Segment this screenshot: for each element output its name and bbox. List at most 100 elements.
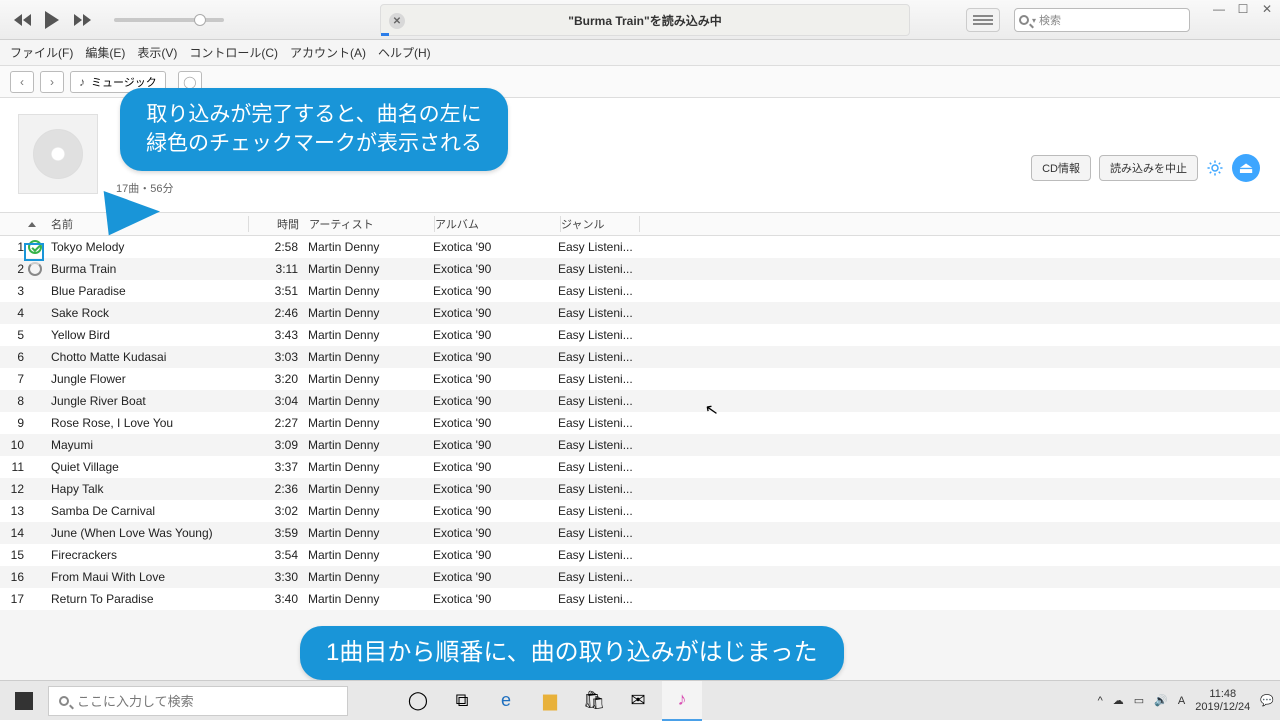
play-button[interactable] <box>40 8 64 32</box>
list-view-button[interactable] <box>966 8 1000 32</box>
disc-icon <box>33 129 83 179</box>
header-artist[interactable]: アーティスト <box>309 216 434 232</box>
search-input[interactable]: ▾ 検索 <box>1014 8 1190 32</box>
track-genre: Easy Listeni... <box>558 592 636 606</box>
forward-nav-button[interactable]: › <box>40 71 64 93</box>
cd-info-button[interactable]: CD情報 <box>1031 155 1091 181</box>
track-album: Exotica '90 <box>433 372 558 386</box>
table-row[interactable]: 13Samba De Carnival3:02Martin DennyExoti… <box>0 500 1280 522</box>
track-name: From Maui With Love <box>48 570 248 584</box>
menu-item[interactable]: ファイル(F) <box>10 44 73 61</box>
itunes-taskbar-icon[interactable]: ♪ <box>662 681 702 721</box>
track-time: 3:51 <box>248 284 308 298</box>
maximize-button[interactable]: ☐ <box>1234 2 1252 16</box>
track-name: Chotto Matte Kudasai <box>48 350 248 364</box>
menu-item[interactable]: 編集(E) <box>85 44 125 61</box>
windows-taskbar: ここに入力して検索 ◯ ⧉ e ▆ 🛍 ✉ ♪ ^ ☁ ▭ 🔊 A 11:482… <box>0 680 1280 720</box>
track-number: 2 <box>0 262 28 276</box>
cortana-icon[interactable]: ◯ <box>398 681 438 721</box>
sort-asc-icon[interactable] <box>28 222 36 227</box>
header-album[interactable]: アルバム <box>435 216 560 232</box>
table-row[interactable]: 6Chotto Matte Kudasai3:03Martin DennyExo… <box>0 346 1280 368</box>
table-row[interactable]: 17Return To Paradise3:40Martin DennyExot… <box>0 588 1280 610</box>
album-art <box>18 114 98 194</box>
table-row[interactable]: 2Burma Train3:11Martin DennyExotica '90E… <box>0 258 1280 280</box>
track-album: Exotica '90 <box>433 548 558 562</box>
table-row[interactable]: 7Jungle Flower3:20Martin DennyExotica '9… <box>0 368 1280 390</box>
track-album: Exotica '90 <box>433 306 558 320</box>
taskbar-clock[interactable]: 11:482019/12/24 <box>1195 688 1250 712</box>
track-genre: Easy Listeni... <box>558 460 636 474</box>
table-row[interactable]: 14June (When Love Was Young)3:59Martin D… <box>0 522 1280 544</box>
store-icon[interactable]: 🛍 <box>574 681 614 721</box>
volume-icon[interactable]: 🔊 <box>1154 694 1168 707</box>
lcd-close-icon[interactable]: ✕ <box>389 13 405 29</box>
mail-icon[interactable]: ✉ <box>618 681 658 721</box>
track-artist: Martin Denny <box>308 306 433 320</box>
back-button[interactable]: ‹ <box>10 71 34 93</box>
stop-import-button[interactable]: 読み込みを中止 <box>1099 155 1198 181</box>
track-genre: Easy Listeni... <box>558 372 636 386</box>
header-genre[interactable]: ジャンル <box>561 216 639 232</box>
track-name: Samba De Carnival <box>48 504 248 518</box>
header-time[interactable]: 時間 <box>249 216 309 232</box>
notifications-icon[interactable]: 💬 <box>1260 694 1274 707</box>
track-number: 16 <box>0 570 28 584</box>
table-row[interactable]: 9Rose Rose, I Love You2:27Martin DennyEx… <box>0 412 1280 434</box>
track-number: 15 <box>0 548 28 562</box>
table-row[interactable]: 15Firecrackers3:54Martin DennyExotica '9… <box>0 544 1280 566</box>
volume-slider[interactable] <box>114 18 224 22</box>
table-row[interactable]: 10Mayumi3:09Martin DennyExotica '90Easy … <box>0 434 1280 456</box>
menu-item[interactable]: ヘルプ(H) <box>378 44 431 61</box>
track-number: 9 <box>0 416 28 430</box>
gear-icon[interactable] <box>1206 159 1224 177</box>
track-name: Rose Rose, I Love You <box>48 416 248 430</box>
track-name: Mayumi <box>48 438 248 452</box>
track-genre: Easy Listeni... <box>558 328 636 342</box>
track-genre: Easy Listeni... <box>558 416 636 430</box>
search-placeholder: 検索 <box>1039 12 1061 28</box>
itunes-window: ✕ "Burma Train"を読み込み中 ▾ 検索 — ☐ ✕ ファイル(F)… <box>0 0 1280 680</box>
track-time: 3:40 <box>248 592 308 606</box>
track-artist: Martin Denny <box>308 416 433 430</box>
ime-indicator[interactable]: A <box>1178 695 1185 707</box>
track-album: Exotica '90 <box>433 350 558 364</box>
network-icon[interactable]: ▭ <box>1134 694 1144 707</box>
eject-button[interactable]: ⏏ <box>1232 154 1260 182</box>
table-row[interactable]: 16From Maui With Love3:30Martin DennyExo… <box>0 566 1280 588</box>
start-button[interactable] <box>0 681 48 721</box>
track-number: 10 <box>0 438 28 452</box>
table-row[interactable]: 11Quiet Village3:37Martin DennyExotica '… <box>0 456 1280 478</box>
forward-button[interactable] <box>70 8 94 32</box>
onedrive-icon[interactable]: ☁ <box>1113 694 1124 707</box>
track-name: Sake Rock <box>48 306 248 320</box>
menu-item[interactable]: コントロール(C) <box>189 44 278 61</box>
table-row[interactable]: 3Blue Paradise3:51Martin DennyExotica '9… <box>0 280 1280 302</box>
track-artist: Martin Denny <box>308 592 433 606</box>
track-number: 14 <box>0 526 28 540</box>
table-row[interactable]: 8Jungle River Boat3:04Martin DennyExotic… <box>0 390 1280 412</box>
table-row[interactable]: 12Hapy Talk2:36Martin DennyExotica '90Ea… <box>0 478 1280 500</box>
annotation-callout-2: 1曲目から順番に、曲の取り込みがはじまった <box>300 626 844 680</box>
minimize-button[interactable]: — <box>1210 2 1228 16</box>
spinner-icon <box>28 262 42 276</box>
menu-item[interactable]: アカウント(A) <box>290 44 366 61</box>
close-button[interactable]: ✕ <box>1258 2 1276 16</box>
table-row[interactable]: 5Yellow Bird3:43Martin DennyExotica '90E… <box>0 324 1280 346</box>
menu-item[interactable]: 表示(V) <box>137 44 177 61</box>
track-number: 4 <box>0 306 28 320</box>
track-number: 13 <box>0 504 28 518</box>
rewind-button[interactable] <box>10 8 34 32</box>
tray-chevron-icon[interactable]: ^ <box>1098 695 1103 707</box>
edge-icon[interactable]: e <box>486 681 526 721</box>
track-album: Exotica '90 <box>433 284 558 298</box>
table-row[interactable]: 1Tokyo Melody2:58Martin DennyExotica '90… <box>0 236 1280 258</box>
taskview-icon[interactable]: ⧉ <box>442 681 482 721</box>
explorer-icon[interactable]: ▆ <box>530 681 570 721</box>
taskbar-search[interactable]: ここに入力して検索 <box>48 686 348 716</box>
track-status <box>28 262 48 276</box>
table-row[interactable]: 4Sake Rock2:46Martin DennyExotica '90Eas… <box>0 302 1280 324</box>
album-meta: 17曲・56分 <box>116 180 173 196</box>
track-number: 12 <box>0 482 28 496</box>
track-number: 7 <box>0 372 28 386</box>
